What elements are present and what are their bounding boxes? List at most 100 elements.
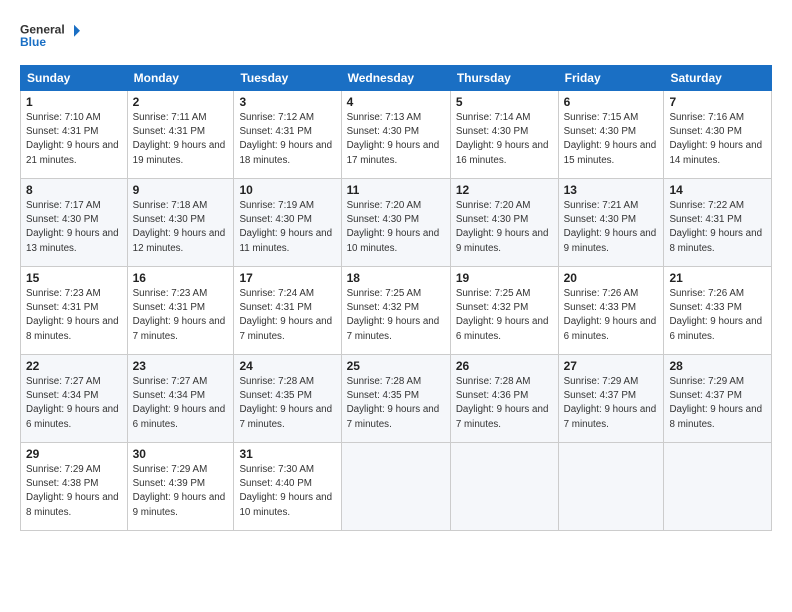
day-info: Sunrise: 7:21 AMSunset: 4:30 PMDaylight:… bbox=[564, 199, 659, 256]
day-number: 8 bbox=[26, 183, 122, 197]
day-number: 12 bbox=[456, 183, 553, 197]
day-number: 23 bbox=[133, 359, 229, 373]
calendar-cell: 6 Sunrise: 7:15 AMSunset: 4:30 PMDaylight… bbox=[558, 91, 664, 179]
day-info: Sunrise: 7:20 AMSunset: 4:30 PMDaylight:… bbox=[347, 199, 445, 256]
day-number: 22 bbox=[26, 359, 122, 373]
weekday-header-thursday: Thursday bbox=[450, 66, 558, 91]
day-info: Sunrise: 7:19 AMSunset: 4:30 PMDaylight:… bbox=[239, 199, 335, 256]
day-info: Sunrise: 7:28 AMSunset: 4:35 PMDaylight:… bbox=[239, 375, 335, 432]
day-info: Sunrise: 7:23 AMSunset: 4:31 PMDaylight:… bbox=[26, 287, 122, 344]
logo: General Blue bbox=[20, 18, 80, 53]
weekday-header-wednesday: Wednesday bbox=[341, 66, 450, 91]
svg-text:General: General bbox=[20, 22, 65, 36]
day-info: Sunrise: 7:18 AMSunset: 4:30 PMDaylight:… bbox=[133, 199, 229, 256]
calendar-cell: 28 Sunrise: 7:29 AMSunset: 4:37 PMDayligh… bbox=[664, 355, 772, 443]
day-info: Sunrise: 7:14 AMSunset: 4:30 PMDaylight:… bbox=[456, 111, 553, 168]
day-info: Sunrise: 7:28 AMSunset: 4:35 PMDaylight:… bbox=[347, 375, 445, 432]
weekday-header-tuesday: Tuesday bbox=[234, 66, 341, 91]
calendar-week-row: 29Sunrise: 7:29 AMSunset: 4:38 PMDayligh… bbox=[21, 443, 772, 531]
day-number: 30 bbox=[133, 447, 229, 461]
calendar-cell bbox=[341, 443, 450, 531]
calendar-cell bbox=[450, 443, 558, 531]
weekday-header-monday: Monday bbox=[127, 66, 234, 91]
page: General Blue SundayMondayTuesdayWednesda… bbox=[0, 0, 792, 612]
day-number: 4 bbox=[347, 95, 445, 109]
calendar-cell: 21Sunrise: 7:26 AMSunset: 4:33 PMDayligh… bbox=[664, 267, 772, 355]
day-number: 17 bbox=[239, 271, 335, 285]
calendar-cell bbox=[558, 443, 664, 531]
calendar-cell: 13 Sunrise: 7:21 AMSunset: 4:30 PMDayligh… bbox=[558, 179, 664, 267]
day-info: Sunrise: 7:29 AMSunset: 4:39 PMDaylight:… bbox=[133, 463, 229, 520]
day-info: Sunrise: 7:29 AMSunset: 4:37 PMDaylight:… bbox=[669, 375, 766, 432]
weekday-header-friday: Friday bbox=[558, 66, 664, 91]
calendar-cell: 4 Sunrise: 7:13 AMSunset: 4:30 PMDaylight… bbox=[341, 91, 450, 179]
day-number: 5 bbox=[456, 95, 553, 109]
calendar-cell: 10 Sunrise: 7:19 AMSunset: 4:30 PMDayligh… bbox=[234, 179, 341, 267]
day-info: Sunrise: 7:27 AMSunset: 4:34 PMDaylight:… bbox=[133, 375, 229, 432]
day-info: Sunrise: 7:24 AMSunset: 4:31 PMDaylight:… bbox=[239, 287, 335, 344]
day-number: 16 bbox=[133, 271, 229, 285]
day-number: 31 bbox=[239, 447, 335, 461]
day-number: 29 bbox=[26, 447, 122, 461]
day-number: 2 bbox=[133, 95, 229, 109]
day-info: Sunrise: 7:29 AMSunset: 4:37 PMDaylight:… bbox=[564, 375, 659, 432]
day-info: Sunrise: 7:16 AMSunset: 4:30 PMDaylight:… bbox=[669, 111, 766, 168]
day-info: Sunrise: 7:15 AMSunset: 4:30 PMDaylight:… bbox=[564, 111, 659, 168]
calendar-week-row: 22 Sunrise: 7:27 AMSunset: 4:34 PMDayligh… bbox=[21, 355, 772, 443]
calendar-cell: 8 Sunrise: 7:17 AMSunset: 4:30 PMDaylight… bbox=[21, 179, 128, 267]
day-info: Sunrise: 7:10 AMSunset: 4:31 PMDaylight:… bbox=[26, 111, 122, 168]
calendar-cell: 15 Sunrise: 7:23 AMSunset: 4:31 PMDayligh… bbox=[21, 267, 128, 355]
calendar-cell: 22 Sunrise: 7:27 AMSunset: 4:34 PMDayligh… bbox=[21, 355, 128, 443]
day-number: 18 bbox=[347, 271, 445, 285]
day-number: 15 bbox=[26, 271, 122, 285]
calendar-table: SundayMondayTuesdayWednesdayThursdayFrid… bbox=[20, 65, 772, 531]
calendar-week-row: 15 Sunrise: 7:23 AMSunset: 4:31 PMDayligh… bbox=[21, 267, 772, 355]
calendar-cell: 18Sunrise: 7:25 AMSunset: 4:32 PMDayligh… bbox=[341, 267, 450, 355]
calendar-cell: 17 Sunrise: 7:24 AMSunset: 4:31 PMDayligh… bbox=[234, 267, 341, 355]
day-number: 19 bbox=[456, 271, 553, 285]
day-number: 24 bbox=[239, 359, 335, 373]
calendar-cell: 24 Sunrise: 7:28 AMSunset: 4:35 PMDayligh… bbox=[234, 355, 341, 443]
day-number: 1 bbox=[26, 95, 122, 109]
day-number: 28 bbox=[669, 359, 766, 373]
day-info: Sunrise: 7:25 AMSunset: 4:32 PMDaylight:… bbox=[456, 287, 553, 344]
day-info: Sunrise: 7:27 AMSunset: 4:34 PMDaylight:… bbox=[26, 375, 122, 432]
logo-svg: General Blue bbox=[20, 18, 80, 53]
day-info: Sunrise: 7:13 AMSunset: 4:30 PMDaylight:… bbox=[347, 111, 445, 168]
calendar-cell: 5 Sunrise: 7:14 AMSunset: 4:30 PMDaylight… bbox=[450, 91, 558, 179]
calendar-cell: 9 Sunrise: 7:18 AMSunset: 4:30 PMDaylight… bbox=[127, 179, 234, 267]
day-number: 7 bbox=[669, 95, 766, 109]
day-info: Sunrise: 7:20 AMSunset: 4:30 PMDaylight:… bbox=[456, 199, 553, 256]
weekday-header-sunday: Sunday bbox=[21, 66, 128, 91]
day-number: 14 bbox=[669, 183, 766, 197]
svg-text:Blue: Blue bbox=[20, 35, 46, 49]
weekday-header-saturday: Saturday bbox=[664, 66, 772, 91]
calendar-cell: 16 Sunrise: 7:23 AMSunset: 4:31 PMDayligh… bbox=[127, 267, 234, 355]
day-number: 25 bbox=[347, 359, 445, 373]
calendar-header-row: SundayMondayTuesdayWednesdayThursdayFrid… bbox=[21, 66, 772, 91]
day-number: 11 bbox=[347, 183, 445, 197]
calendar-body: 1 Sunrise: 7:10 AMSunset: 4:31 PMDaylight… bbox=[21, 91, 772, 531]
day-number: 9 bbox=[133, 183, 229, 197]
day-info: Sunrise: 7:17 AMSunset: 4:30 PMDaylight:… bbox=[26, 199, 122, 256]
calendar-cell: 29Sunrise: 7:29 AMSunset: 4:38 PMDayligh… bbox=[21, 443, 128, 531]
calendar-cell: 2Sunrise: 7:11 AMSunset: 4:31 PMDaylight… bbox=[127, 91, 234, 179]
day-number: 20 bbox=[564, 271, 659, 285]
calendar-cell: 30 Sunrise: 7:29 AMSunset: 4:39 PMDayligh… bbox=[127, 443, 234, 531]
calendar-week-row: 8 Sunrise: 7:17 AMSunset: 4:30 PMDaylight… bbox=[21, 179, 772, 267]
calendar-cell: 7 Sunrise: 7:16 AMSunset: 4:30 PMDaylight… bbox=[664, 91, 772, 179]
calendar-cell bbox=[664, 443, 772, 531]
calendar-cell: 31Sunrise: 7:30 AMSunset: 4:40 PMDayligh… bbox=[234, 443, 341, 531]
calendar-cell: 12 Sunrise: 7:20 AMSunset: 4:30 PMDayligh… bbox=[450, 179, 558, 267]
day-number: 13 bbox=[564, 183, 659, 197]
calendar-cell: 19 Sunrise: 7:25 AMSunset: 4:32 PMDayligh… bbox=[450, 267, 558, 355]
day-number: 26 bbox=[456, 359, 553, 373]
day-info: Sunrise: 7:23 AMSunset: 4:31 PMDaylight:… bbox=[133, 287, 229, 344]
calendar-cell: 14Sunrise: 7:22 AMSunset: 4:31 PMDayligh… bbox=[664, 179, 772, 267]
day-info: Sunrise: 7:28 AMSunset: 4:36 PMDaylight:… bbox=[456, 375, 553, 432]
calendar-cell: 23 Sunrise: 7:27 AMSunset: 4:34 PMDayligh… bbox=[127, 355, 234, 443]
calendar-week-row: 1 Sunrise: 7:10 AMSunset: 4:31 PMDaylight… bbox=[21, 91, 772, 179]
day-number: 6 bbox=[564, 95, 659, 109]
day-number: 3 bbox=[239, 95, 335, 109]
day-number: 10 bbox=[239, 183, 335, 197]
